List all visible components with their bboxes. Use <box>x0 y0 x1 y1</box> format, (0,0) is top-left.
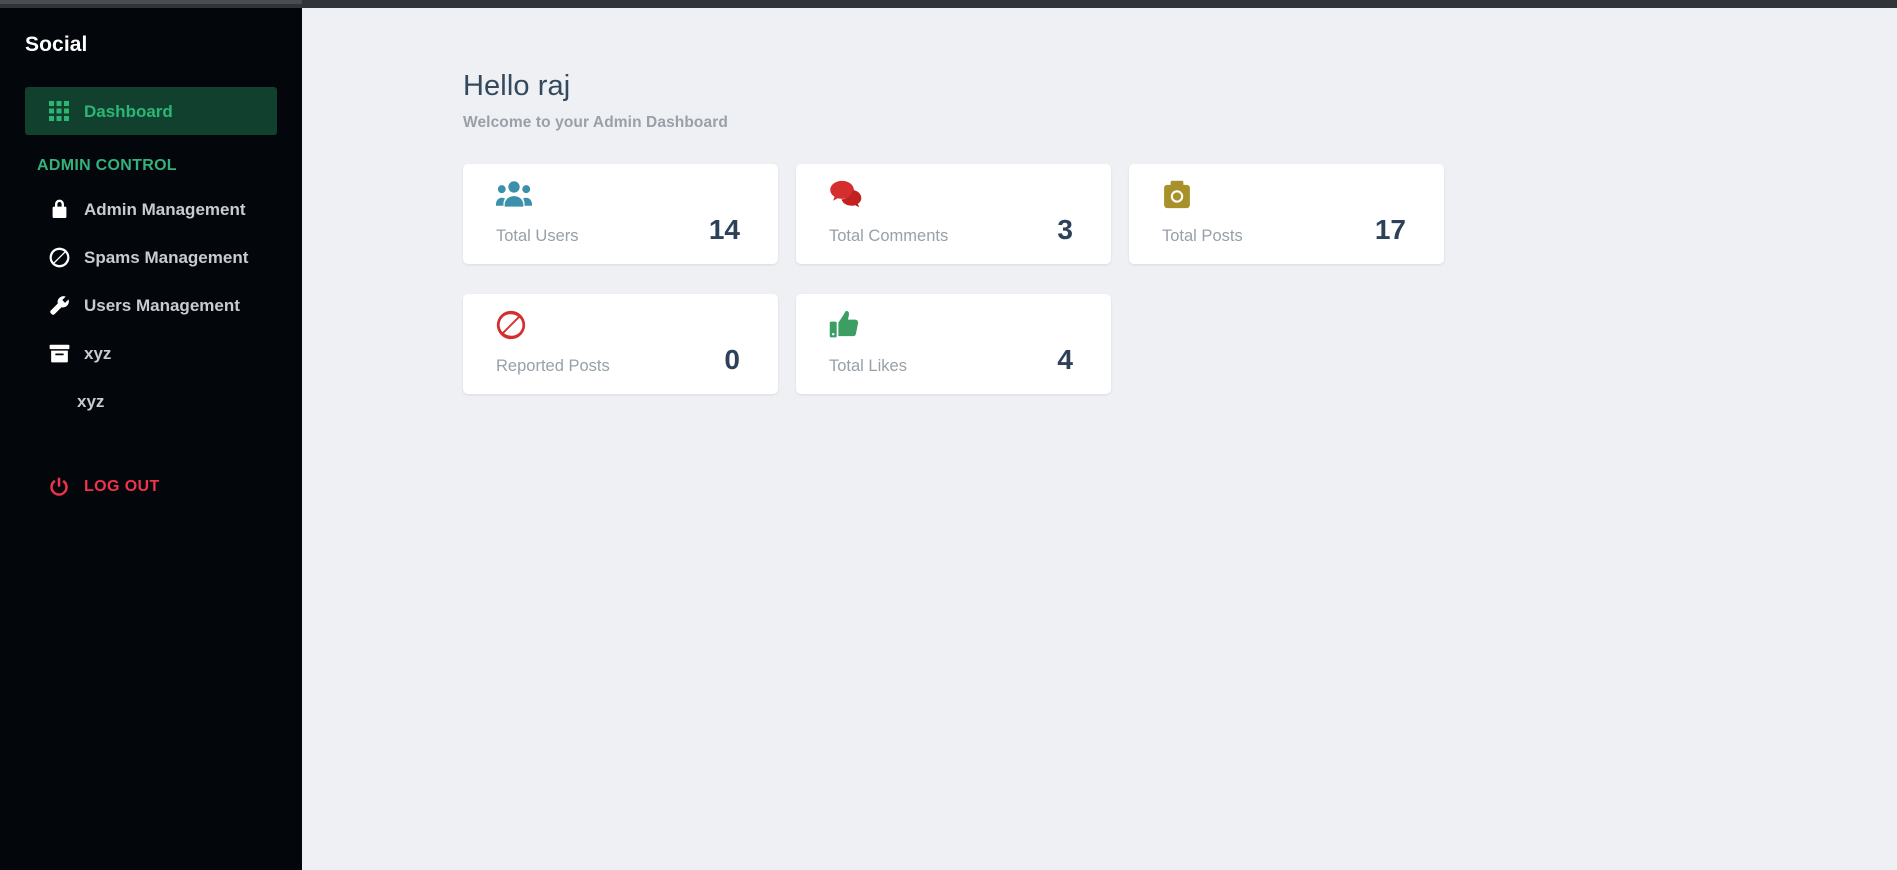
sidebar-item-label: Spams Management <box>84 247 249 267</box>
stat-card-body: Total Likes 4 <box>829 346 1091 374</box>
lock-icon <box>48 198 70 220</box>
sidebar-item-spams-management[interactable]: Spams Management <box>25 233 277 281</box>
browser-tab-edge <box>0 0 302 4</box>
stat-card-slot: Total Users 14 <box>463 149 796 279</box>
ban-icon <box>48 246 70 268</box>
stat-card-label: Reported Posts <box>496 356 610 375</box>
stat-card-total-likes[interactable]: Total Likes 4 <box>796 294 1111 395</box>
brand-title: Social <box>25 33 88 56</box>
stat-cards-grid: Total Users 14 Total Comments 3 Total Po… <box>463 149 1773 409</box>
power-icon <box>48 476 70 498</box>
main-content: Hello raj Welcome to your Admin Dashboar… <box>302 0 1897 870</box>
sidebar-item-dashboard[interactable]: Dashboard <box>25 87 277 135</box>
stat-card-value: 4 <box>1057 344 1073 376</box>
sidebar: Social Dashboard ADMIN CONTROL Admin Man… <box>0 0 302 870</box>
sidebar-item-label: Admin Management <box>84 199 246 219</box>
stat-card-value: 3 <box>1057 214 1073 246</box>
stat-card-reported-posts[interactable]: Reported Posts 0 <box>463 294 778 395</box>
sidebar-item-label: xyz <box>84 343 112 363</box>
sidebar-item-xyz[interactable]: xyz <box>25 377 277 425</box>
page-subtitle: Welcome to your Admin Dashboard <box>463 114 728 132</box>
browser-chrome-strip <box>0 0 1897 8</box>
sidebar-item-xyz-archive[interactable]: xyz <box>25 329 277 377</box>
stat-card-label: Total Posts <box>1162 226 1243 245</box>
stat-card-value: 17 <box>1374 214 1406 246</box>
sidebar-item-label: LOG OUT <box>84 478 160 495</box>
sidebar-item-label: Users Management <box>84 295 240 315</box>
comments-icon <box>829 180 1091 214</box>
sidebar-nav: Dashboard ADMIN CONTROL Admin Management <box>0 87 302 511</box>
stat-card-label: Total Likes <box>829 356 907 375</box>
sidebar-item-admin-management[interactable]: Admin Management <box>25 185 277 233</box>
sidebar-item-label: Dashboard <box>84 101 173 121</box>
stat-card-total-comments[interactable]: Total Comments 3 <box>796 164 1111 265</box>
grid-icon <box>48 100 70 122</box>
stat-card-total-posts[interactable]: Total Posts 17 <box>1129 164 1444 265</box>
sidebar-item-label: xyz <box>77 391 105 411</box>
stat-card-body: Total Comments 3 <box>829 216 1091 244</box>
page-title: Hello raj <box>463 70 571 102</box>
stat-card-label: Total Comments <box>829 226 949 245</box>
stat-card-slot: Total Comments 3 <box>796 149 1129 279</box>
sidebar-section-heading: ADMIN CONTROL <box>37 157 177 174</box>
wrench-icon <box>48 294 70 316</box>
sidebar-item-users-management[interactable]: Users Management <box>25 281 277 329</box>
thumbs-up-icon <box>829 310 1091 344</box>
archive-icon <box>48 342 70 364</box>
stat-card-slot: Total Posts 17 <box>1129 149 1462 279</box>
stat-card-slot: Total Likes 4 <box>796 279 1129 409</box>
stat-card-value: 0 <box>724 344 740 376</box>
ban-icon <box>496 310 758 344</box>
stat-card-slot: Reported Posts 0 <box>463 279 796 409</box>
admin-dashboard-page: Social Dashboard ADMIN CONTROL Admin Man… <box>0 0 1897 870</box>
stat-card-body: Total Users 14 <box>496 216 758 244</box>
users-icon <box>496 180 758 214</box>
content-container: Hello raj Welcome to your Admin Dashboar… <box>302 8 1847 870</box>
sidebar-item-logout[interactable]: LOG OUT <box>25 463 277 511</box>
stat-card-body: Reported Posts 0 <box>496 346 758 374</box>
stat-card-value: 14 <box>708 214 740 246</box>
stat-card-body: Total Posts 17 <box>1162 216 1424 244</box>
camera-icon <box>1162 180 1424 214</box>
stat-card-total-users[interactable]: Total Users 14 <box>463 164 778 265</box>
stat-card-label: Total Users <box>496 226 579 245</box>
